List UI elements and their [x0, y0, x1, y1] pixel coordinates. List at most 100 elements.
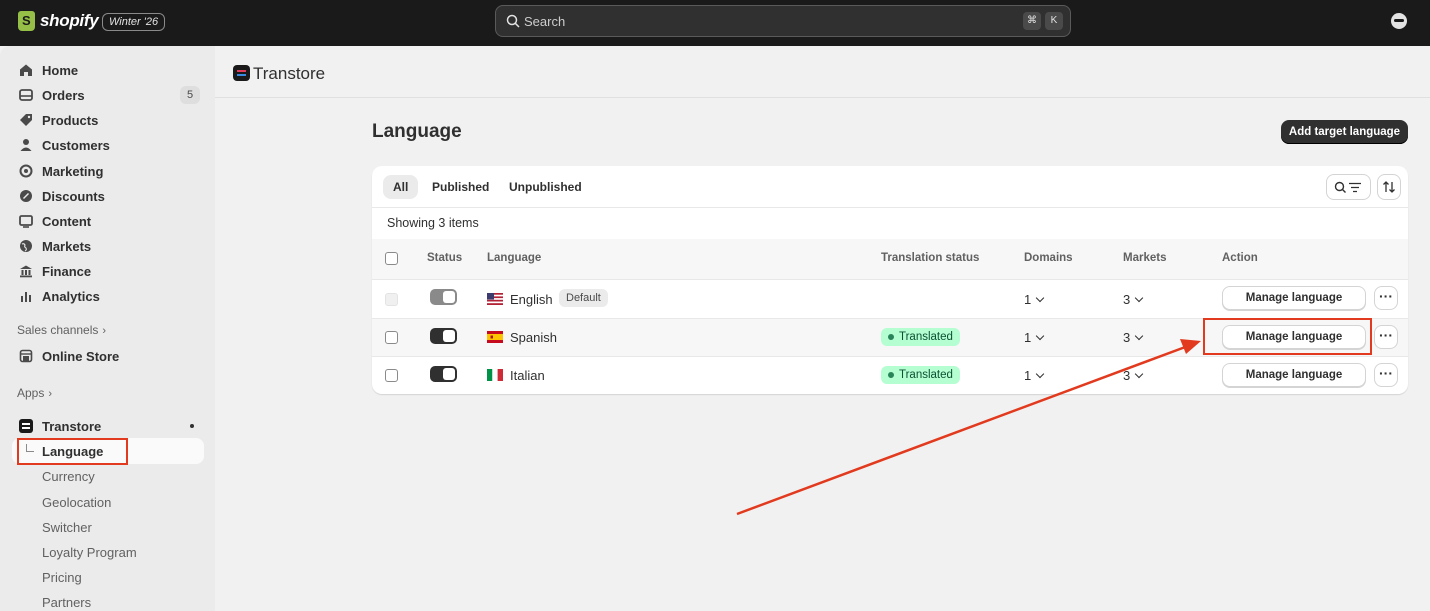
sidebar-item-products[interactable]: Products [16, 108, 206, 132]
it-flag-icon [487, 369, 503, 381]
sidebar-item-label: Discounts [42, 188, 105, 204]
sidebar-item-label: Products [42, 112, 99, 128]
tab-published[interactable]: Published [422, 175, 499, 199]
sidebar-subitem-partners[interactable]: Partners [42, 595, 91, 610]
annotation-highlight-manage-language [1203, 318, 1372, 355]
manage-language-button[interactable]: Manage language [1222, 363, 1366, 387]
sidebar-item-label: Content [42, 213, 92, 229]
translation-status-text: Translated [899, 331, 953, 343]
search-filter-button[interactable] [1326, 174, 1371, 200]
column-header-markets: Markets [1123, 252, 1167, 264]
shopify-bag-icon [18, 11, 35, 31]
sidebar-item-label: Online Store [42, 348, 120, 364]
sidebar-item-analytics[interactable]: Analytics [16, 284, 206, 308]
search-bar[interactable]: Search ⌘ K [495, 5, 1071, 37]
person-icon [20, 139, 32, 151]
domains-dropdown[interactable]: 1 [1024, 330, 1045, 345]
sidebar-item-label: Home [42, 62, 79, 78]
domains-count: 1 [1024, 368, 1032, 383]
sales-channels-label: Sales channels [17, 323, 99, 337]
sidebar-item-finance[interactable]: Finance [16, 259, 206, 283]
sort-icon [1383, 181, 1395, 193]
publish-toggle[interactable] [430, 366, 457, 382]
publish-toggle[interactable] [430, 328, 457, 344]
sort-button[interactable] [1377, 174, 1401, 200]
sidebar-item-label: Finance [42, 263, 92, 279]
select-all-checkbox[interactable] [385, 252, 398, 265]
us-flag-icon [487, 293, 503, 305]
sidebar-subitem-geolocation[interactable]: Geolocation [42, 495, 111, 510]
more-actions-button[interactable]: ··· [1374, 363, 1398, 387]
divider [372, 207, 1408, 208]
sidebar-item-customers[interactable]: Customers [16, 133, 206, 157]
status-dot-icon [888, 334, 894, 340]
language-name: Italian [510, 368, 545, 383]
language-name: English [510, 292, 553, 307]
markets-dropdown[interactable]: 3 [1123, 330, 1144, 345]
sidebar-subitem-switcher[interactable]: Switcher [42, 520, 92, 535]
top-bar: shopify Winter '26 Search ⌘ K [0, 0, 1430, 46]
tag-icon [20, 114, 32, 126]
pin-dot [190, 424, 194, 428]
edition-badge[interactable]: Winter '26 [102, 13, 166, 31]
sidebar-item-markets[interactable]: Markets [16, 234, 206, 258]
markets-dropdown[interactable]: 3 [1123, 292, 1144, 307]
more-actions-button[interactable]: ··· [1374, 286, 1398, 310]
sidebar-item-orders[interactable]: Orders 5 [16, 83, 206, 107]
sidebar-item-content[interactable]: Content [16, 209, 206, 233]
sidebar-item-label: Transtore [42, 418, 102, 434]
globe-icon [20, 240, 32, 252]
transtore-app-icon [19, 419, 33, 433]
domains-dropdown[interactable]: 1 [1024, 368, 1045, 383]
app-header: Transtore [215, 46, 1430, 98]
manage-language-button[interactable]: Manage language [1222, 286, 1366, 310]
apps-heading[interactable]: Apps › [17, 386, 52, 400]
publish-toggle [430, 289, 457, 305]
sidebar-item-label: Markets [42, 238, 92, 254]
row-checkbox[interactable] [385, 369, 398, 382]
sidebar-item-discounts[interactable]: Discounts [16, 184, 206, 208]
transtore-app-icon [233, 65, 250, 81]
sidebar-item-marketing[interactable]: Marketing [16, 159, 206, 183]
tab-unpublished[interactable]: Unpublished [499, 175, 592, 199]
markets-dropdown[interactable]: 3 [1123, 368, 1144, 383]
markets-count: 3 [1123, 292, 1131, 307]
shortcut-key-cmd: ⌘ [1023, 12, 1041, 30]
orders-count-badge: 5 [180, 86, 200, 104]
items-count-text: Showing 3 items [387, 216, 479, 230]
sidebar-item-label: Analytics [42, 288, 100, 304]
target-icon [19, 164, 33, 178]
avatar[interactable] [1391, 13, 1407, 29]
column-header-domains: Domains [1024, 252, 1073, 264]
sidebar-item-online-store[interactable]: Online Store [16, 344, 206, 368]
content-icon [19, 215, 33, 228]
tab-all[interactable]: All [383, 175, 419, 199]
add-target-language-button[interactable]: Add target language [1281, 120, 1408, 144]
table-row[interactable]: English Default 1 3 Manage language ··· [372, 280, 1408, 318]
markets-count: 3 [1123, 330, 1131, 345]
store-icon [19, 349, 33, 363]
domains-dropdown[interactable]: 1 [1024, 292, 1045, 307]
sidebar-subitem-pricing[interactable]: Pricing [42, 570, 82, 585]
discount-icon [20, 190, 32, 202]
languages-card: All Published Unpublished Showing 3 item… [372, 166, 1408, 394]
row-checkbox[interactable] [385, 331, 398, 344]
markets-count: 3 [1123, 368, 1131, 383]
search-icon [506, 14, 520, 28]
sales-channels-heading[interactable]: Sales channels › [17, 323, 106, 337]
table-row[interactable]: Italian Translated 1 3 Manage language ·… [372, 357, 1408, 394]
sidebar-subitem-currency[interactable]: Currency [42, 469, 95, 484]
orders-icon [19, 89, 33, 101]
home-icon [20, 64, 32, 76]
shopify-logo[interactable]: shopify [18, 11, 99, 31]
domains-count: 1 [1024, 292, 1032, 307]
sidebar-item-home[interactable]: Home [16, 58, 206, 82]
translation-status-text: Translated [899, 369, 953, 381]
sidebar-subitem-loyalty-program[interactable]: Loyalty Program [42, 545, 137, 560]
sidebar-item-label: Orders [42, 87, 85, 103]
chevron-down-icon [1035, 293, 1045, 303]
sidebar-item-transtore[interactable]: Transtore [16, 414, 206, 438]
more-actions-button[interactable]: ··· [1374, 325, 1398, 349]
chevron-down-icon [1035, 331, 1045, 341]
row-checkbox [385, 293, 398, 306]
